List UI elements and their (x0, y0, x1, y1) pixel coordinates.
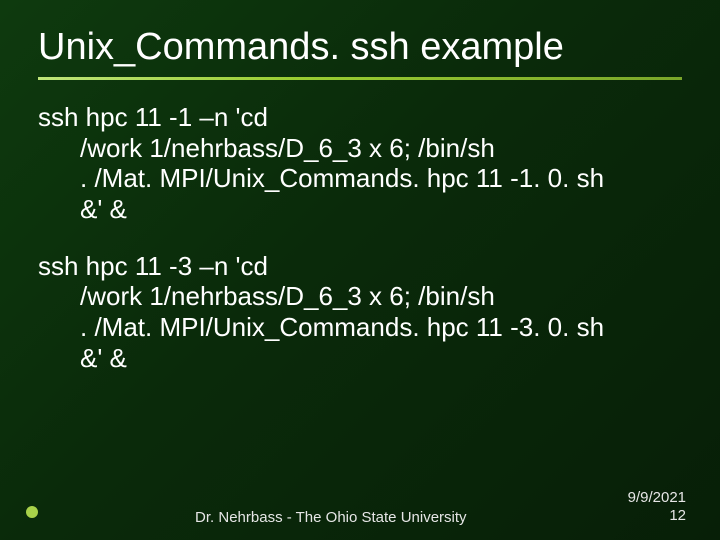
footer-center: Dr. Nehrbass - The Ohio State University (34, 509, 628, 526)
slide: Unix_Commands. ssh example ssh hpc 11 -1… (0, 0, 720, 540)
command-1-line-2: /work 1/nehrbass/D_6_3 x 6; /bin/sh (38, 133, 682, 164)
command-2-line-2: /work 1/nehrbass/D_6_3 x 6; /bin/sh (38, 281, 682, 312)
title-underline (38, 77, 682, 80)
command-2-line-3: . /Mat. MPI/Unix_Commands. hpc 11 -3. 0.… (38, 312, 682, 343)
slide-title: Unix_Commands. ssh example (38, 20, 682, 75)
command-1-line-1: ssh hpc 11 -1 –n 'cd (38, 102, 682, 133)
command-block-2: ssh hpc 11 -3 –n 'cd /work 1/nehrbass/D_… (38, 251, 682, 374)
footer-date: 9/9/2021 (628, 489, 686, 508)
command-1-line-4: &' & (38, 194, 682, 225)
command-2-line-4: &' & (38, 343, 682, 374)
footer-page-number: 12 (628, 507, 686, 526)
command-2-line-1: ssh hpc 11 -3 –n 'cd (38, 251, 682, 282)
footer-right: 9/9/2021 12 (628, 489, 686, 527)
command-1-line-3: . /Mat. MPI/Unix_Commands. hpc 11 -1. 0.… (38, 163, 682, 194)
command-block-1: ssh hpc 11 -1 –n 'cd /work 1/nehrbass/D_… (38, 102, 682, 225)
slide-footer: Dr. Nehrbass - The Ohio State University… (0, 489, 720, 527)
slide-body: ssh hpc 11 -1 –n 'cd /work 1/nehrbass/D_… (38, 102, 682, 373)
